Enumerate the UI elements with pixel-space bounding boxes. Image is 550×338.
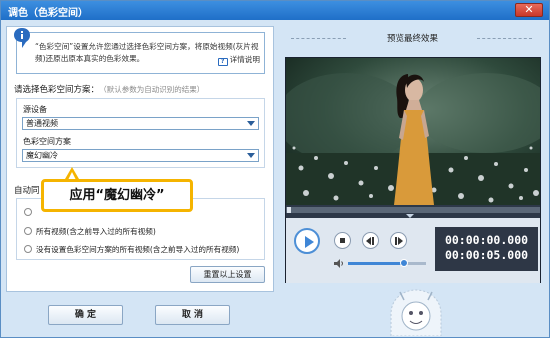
volume-icon[interactable]	[334, 259, 344, 268]
divider	[477, 38, 532, 39]
total-time: 00:00:05.000	[444, 248, 529, 262]
help-link[interactable]: ? 详情说明	[217, 54, 260, 66]
seek-bar[interactable]	[286, 207, 540, 213]
info-icon	[14, 28, 30, 48]
scheme-hint: （默认参数为自动识别的结果）	[103, 85, 205, 94]
radio-button[interactable]	[24, 227, 32, 235]
radio-button[interactable]	[24, 208, 32, 216]
apply-to-label: 自动同	[14, 186, 40, 196]
source-device-select[interactable]: 普通视频	[22, 117, 259, 130]
chevron-down-icon	[247, 153, 255, 158]
reset-settings-button[interactable]: 重置以上设置	[190, 266, 265, 283]
source-device-label: 源设备	[23, 105, 47, 114]
color-space-label: 色彩空间方案	[23, 137, 71, 146]
window-title: 调色（色彩空间）	[8, 8, 88, 19]
help-icon: ?	[217, 58, 228, 66]
color-space-select[interactable]: 魔幻幽冷	[22, 149, 259, 162]
mascot-image	[390, 289, 442, 336]
ok-button[interactable]: 确 定	[48, 305, 123, 325]
scheme-group: 源设备 普通视频 色彩空间方案 魔幻幽冷	[16, 98, 265, 168]
video-frame-image	[286, 58, 540, 205]
stop-icon	[340, 238, 345, 243]
dialog-window: 调色（色彩空间） ✕ “色彩空间”设置允许您通过选择色彩空间方案，将原始视频(灰…	[0, 0, 550, 338]
seek-handle[interactable]	[287, 207, 291, 213]
video-player: 00:00:00.000 00:00:05.000	[285, 57, 541, 283]
cancel-button[interactable]: 取 消	[155, 305, 230, 325]
info-box: “色彩空间”设置允许您通过选择色彩空间方案，将原始视频(灰片视频)还原出原本真实…	[14, 28, 265, 74]
settings-panel: “色彩空间”设置允许您通过选择色彩空间方案，将原始视频(灰片视频)还原出原本真实…	[6, 26, 274, 292]
preview-panel: 预览最终效果 00:00:00.000 00:00:05.000	[281, 26, 544, 336]
previous-frame-button[interactable]	[362, 232, 379, 249]
next-icon	[398, 237, 403, 245]
previous-icon	[366, 237, 371, 245]
next-frame-button[interactable]	[390, 232, 407, 249]
apply-callout: 应用“魔幻幽冷”	[41, 179, 193, 212]
volume-level	[348, 262, 404, 265]
title-bar: 调色（色彩空间） ✕	[1, 1, 549, 20]
play-icon	[305, 236, 314, 248]
current-time: 00:00:00.000	[444, 233, 529, 247]
source-device-value: 普通视频	[26, 119, 58, 128]
apply-option-unset[interactable]: 没有设置色彩空间方案的所有视频(含之前导入过的所有视频)	[24, 244, 239, 255]
scheme-heading: 请选择色彩空间方案： （默认参数为自动识别的结果）	[14, 83, 204, 95]
apply-option-all[interactable]: 所有视频(含之前导入过的所有视频)	[24, 226, 156, 237]
video-preview	[286, 58, 540, 205]
color-space-value: 魔幻幽冷	[26, 151, 58, 160]
volume-handle[interactable]	[400, 259, 408, 267]
help-label: 详情说明	[229, 55, 260, 64]
scheme-label: 请选择色彩空间方案：	[14, 85, 100, 95]
radio-button[interactable]	[24, 245, 32, 253]
apply-option-current[interactable]	[24, 208, 36, 217]
time-display: 00:00:00.000 00:00:05.000	[435, 227, 538, 271]
close-button[interactable]: ✕	[515, 3, 543, 17]
chevron-down-icon	[247, 121, 255, 126]
stop-button[interactable]	[334, 232, 351, 249]
play-button[interactable]	[294, 228, 320, 254]
player-controls: 00:00:00.000 00:00:05.000	[286, 218, 540, 283]
